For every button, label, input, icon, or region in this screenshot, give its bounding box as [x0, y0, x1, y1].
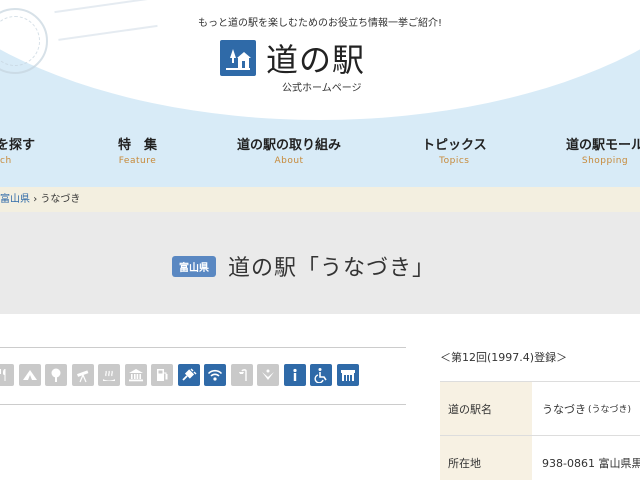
- roadside-station-logo-icon: [220, 40, 256, 76]
- nav-item-label: 特 集: [118, 138, 158, 153]
- breadcrumb: 富山県 › うなづき: [0, 187, 640, 212]
- museum-icon: [124, 364, 147, 386]
- page-title-band: 富山県 道の駅「うなづき」: [0, 212, 640, 314]
- prefecture-badge: 富山県: [172, 255, 216, 277]
- table-row: 所在地 938-0861 富山県黒部: [440, 436, 640, 480]
- restaurant-icon: [0, 364, 14, 386]
- wifi-icon: [204, 364, 226, 386]
- address-value: 938-0861 富山県黒部: [542, 456, 640, 470]
- wheelchair-icon: [310, 364, 332, 386]
- baby-icon: [257, 364, 279, 386]
- breadcrumb-prefecture-link[interactable]: 富山県: [0, 194, 30, 205]
- icons-divider-bottom: [0, 404, 406, 405]
- page-title: 富山県 道の駅「うなづき」: [172, 250, 435, 282]
- registration-note: ＜第12回(1997.4)登録＞: [440, 351, 568, 364]
- logo-subtitle: 公式ホームページ: [282, 83, 362, 94]
- table-value-cell: 938-0861 富山県黒部: [532, 436, 640, 480]
- nav-item-feature[interactable]: 特 集 Feature: [118, 134, 157, 166]
- station-info-table: 道の駅名 うなづき (うなづき) 所在地 938-0861 富山県黒部: [440, 381, 640, 480]
- shower-icon: [230, 364, 253, 386]
- nav-item-about[interactable]: 道の駅の取り組み About: [237, 134, 341, 166]
- table-value-cell: うなづき (うなづき): [532, 382, 640, 435]
- table-header-cell: 道の駅名: [440, 382, 532, 435]
- table-row: 道の駅名 うなづき (うなづき): [440, 382, 640, 436]
- nav-item-sublabel: Shopping: [581, 156, 629, 166]
- nav-item-label: 道の駅モール: [566, 138, 640, 153]
- shop-icon: [336, 364, 359, 386]
- tent-icon: [18, 364, 41, 386]
- facility-icon-list: [0, 364, 363, 386]
- site-tagline: もっと道の駅を楽しむためのお役立ち情報一挙ご紹介!: [197, 18, 442, 29]
- table-header-cell: 所在地: [440, 436, 532, 480]
- global-nav: を探す rch 特 集 Feature 道の駅の取り組み About トピックス…: [0, 134, 640, 174]
- site-header: もっと道の駅を楽しむためのお役立ち情報一挙ご紹介! 道の駅 公式ホームページ を…: [0, 0, 640, 187]
- breadcrumb-separator: ›: [33, 194, 38, 205]
- nav-item-label: を探す: [0, 138, 36, 153]
- nav-item-topics[interactable]: トピックス Topics: [422, 134, 487, 166]
- ev-charger-icon: [177, 364, 200, 386]
- telescope-icon: [71, 364, 94, 386]
- station-name-heading: 道の駅「うなづき」: [228, 256, 436, 281]
- nav-item-search[interactable]: を探す rch: [0, 134, 35, 166]
- onsen-icon: [98, 364, 120, 386]
- site-logo[interactable]: 道の駅: [220, 38, 366, 79]
- information-icon: [283, 364, 306, 386]
- icons-divider-top: [0, 347, 406, 348]
- station-name-value: うなづき: [542, 402, 586, 416]
- nav-item-sublabel: Topics: [439, 156, 470, 166]
- breadcrumb-current: うなづき: [40, 194, 81, 205]
- station-name-reading: (うなづき): [588, 405, 632, 415]
- logo-title: 道の駅: [266, 41, 366, 79]
- nav-item-sublabel: About: [274, 156, 304, 166]
- nav-item-sublabel: rch: [0, 156, 12, 166]
- gas-station-icon: [151, 364, 173, 386]
- nav-item-label: トピックス: [422, 138, 487, 153]
- nav-item-label: 道の駅の取り組み: [237, 138, 342, 153]
- tree-icon: [45, 364, 67, 386]
- nav-item-shopping[interactable]: 道の駅モール Shopping: [566, 134, 640, 166]
- nav-item-sublabel: Feature: [118, 156, 157, 166]
